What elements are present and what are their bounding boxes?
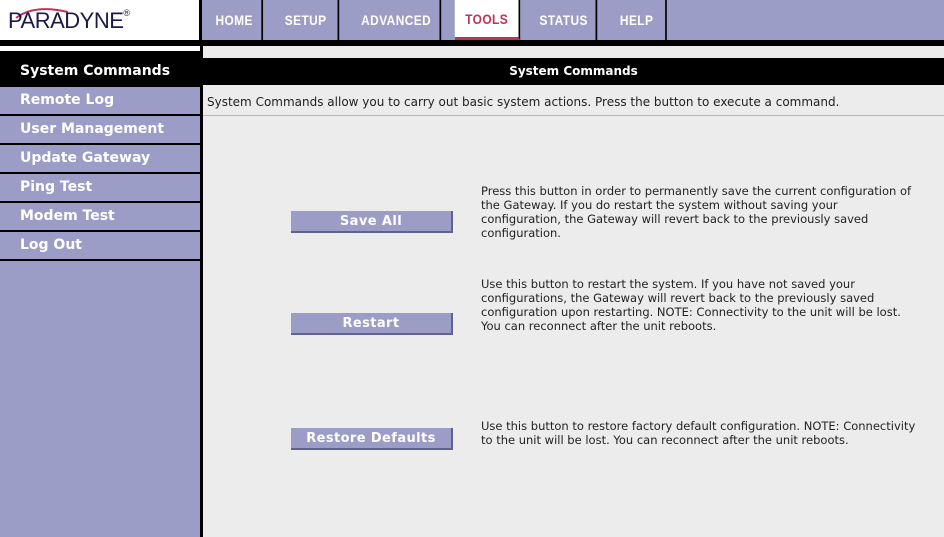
tab-label: TOOLS — [465, 10, 509, 27]
restart-button[interactable]: Restart — [291, 313, 453, 335]
restore-defaults-description: Use this button to restore factory defau… — [481, 419, 916, 447]
tab-label: HOME — [215, 12, 253, 28]
page-title: System Commands — [203, 58, 944, 85]
tab-label: ADVANCED — [361, 12, 432, 28]
top-navigation: HOME SETUP ADVANCED TOOLS STATUS HELP — [202, 0, 944, 40]
main-content: System Commands System Commands allow yo… — [203, 46, 944, 537]
sidebar-item-system-commands[interactable]: System Commands — [0, 58, 200, 87]
sidebar-item-log-out[interactable]: Log Out — [0, 232, 200, 261]
header-divider — [0, 46, 200, 51]
restore-defaults-button[interactable]: Restore Defaults — [291, 428, 453, 450]
tab-home[interactable]: HOME — [207, 0, 264, 40]
tab-label: STATUS — [539, 12, 588, 28]
tab-tools[interactable]: TOOLS — [454, 0, 521, 40]
tab-label: HELP — [619, 12, 654, 28]
tab-label: SETUP — [284, 12, 327, 28]
sidebar-item-modem-test[interactable]: Modem Test — [0, 203, 200, 232]
sidebar-item-user-management[interactable]: User Management — [0, 116, 200, 145]
tab-status[interactable]: STATUS — [532, 0, 598, 40]
paradyne-logo[interactable]: PARADYNE® — [8, 8, 130, 34]
tab-help[interactable]: HELP — [608, 0, 667, 40]
tab-advanced[interactable]: ADVANCED — [353, 0, 442, 40]
save-all-description: Press this button in order to permanentl… — [481, 184, 912, 240]
logo-trademark: ® — [123, 8, 130, 18]
sidebar: System Commands Remote Log User Manageme… — [0, 58, 200, 537]
logo-text: PARADYNE — [8, 8, 124, 33]
sidebar-item-update-gateway[interactable]: Update Gateway — [0, 145, 200, 174]
logo-area: PARADYNE® — [0, 0, 200, 40]
restart-description: Use this button to restart the system. I… — [481, 277, 901, 333]
save-all-button[interactable]: Save All — [291, 211, 453, 233]
page-description: System Commands allow you to carry out b… — [203, 88, 944, 116]
sidebar-item-ping-test[interactable]: Ping Test — [0, 174, 200, 203]
tab-setup[interactable]: SETUP — [274, 0, 340, 40]
sidebar-item-remote-log[interactable]: Remote Log — [0, 87, 200, 116]
